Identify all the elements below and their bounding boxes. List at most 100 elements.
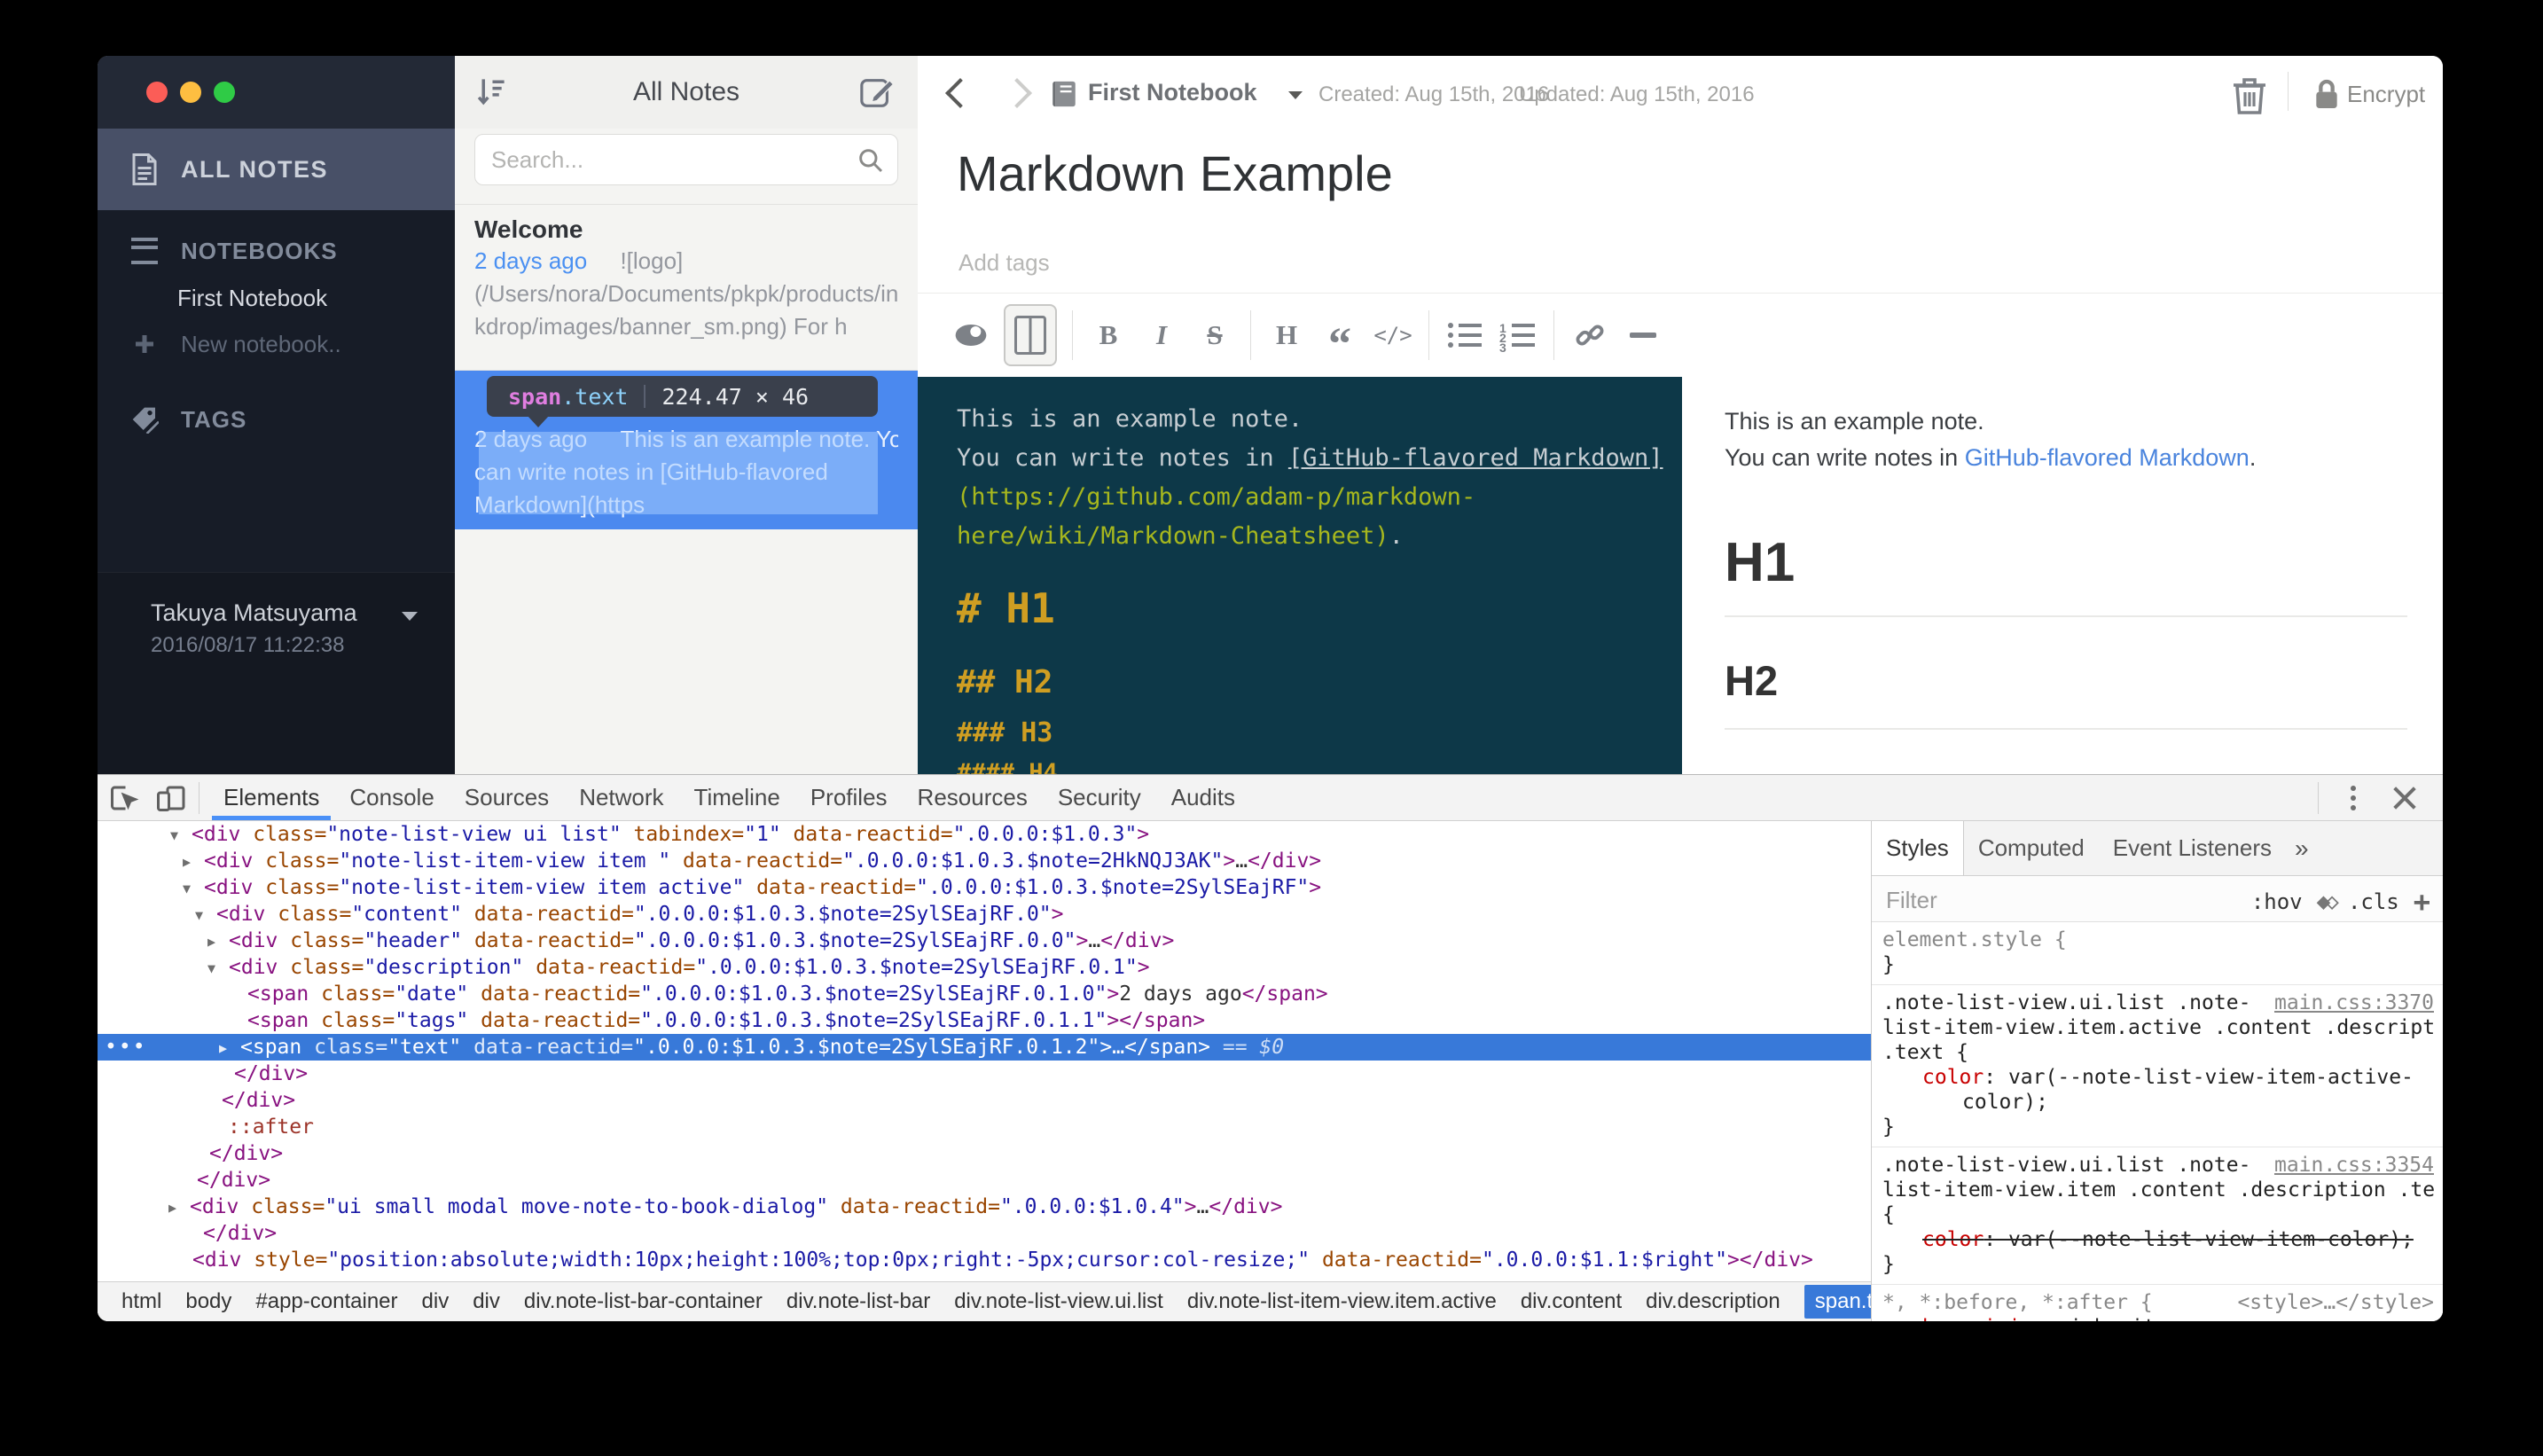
expand-arrow-icon[interactable]: ▼ (195, 902, 216, 928)
markdown-source-pane[interactable]: This is an example note.You can write no… (918, 377, 1682, 774)
forward-icon[interactable] (1002, 78, 1032, 108)
dom-tree-row[interactable]: </div> (98, 1087, 1871, 1114)
zoom-traffic-light[interactable] (214, 82, 235, 103)
sidebar-item-first-notebook[interactable]: First Notebook (98, 276, 455, 320)
dom-tree-row[interactable]: <span class="tags" data-reactid=".0.0.0:… (98, 1007, 1871, 1034)
devtools-tab-resources[interactable]: Resources (903, 775, 1043, 820)
dom-breadcrumb[interactable]: div.note-list-bar (786, 1289, 930, 1314)
css-rule[interactable]: <style>…</style>*, *:before, *:after {bo… (1872, 1285, 2443, 1321)
blockquote-button[interactable]: “ (1319, 317, 1360, 354)
css-rule[interactable]: main.css:3370.note-list-view.ui.list .no… (1872, 985, 2443, 1147)
numbered-list-button[interactable]: 123 (1498, 322, 1538, 348)
dom-breadcrumb[interactable]: div.note-list-view.ui.list (954, 1289, 1163, 1314)
styles-tab-computed[interactable]: Computed (1964, 821, 2099, 875)
devtools-tab-audits[interactable]: Audits (1156, 775, 1250, 820)
sidebar-item-all-notes[interactable]: ALL NOTES (98, 129, 455, 210)
filter-input[interactable]: Filter (1886, 887, 1937, 914)
dom-breadcrumb[interactable]: html (121, 1289, 161, 1314)
dom-tree-row[interactable]: ▼<div class="note-list-view ui list" tab… (98, 821, 1871, 848)
dom-breadcrumb[interactable]: div (422, 1289, 450, 1314)
code-button[interactable]: </> (1373, 323, 1413, 348)
trash-icon[interactable] (2230, 74, 2269, 116)
new-style-rule-icon[interactable]: + (2414, 885, 2430, 919)
devtools-tab-console[interactable]: Console (334, 775, 449, 820)
link-button[interactable] (1569, 318, 1610, 352)
expand-arrow-icon[interactable]: ▼ (207, 955, 229, 982)
dom-tree-row[interactable]: ::after (98, 1114, 1871, 1140)
dom-breadcrumb-active[interactable]: span.text (1804, 1285, 1871, 1319)
dom-tree-row[interactable]: •••▶<span class="text" data-reactid=".0.… (98, 1034, 1871, 1061)
dom-tree-row[interactable]: ▶<div class="ui small modal move-note-to… (98, 1194, 1871, 1220)
back-icon[interactable] (945, 78, 975, 108)
sidebar-section-tags[interactable]: TAGS (98, 397, 455, 442)
dom-breadcrumb[interactable]: div.note-list-bar-container (524, 1289, 763, 1314)
dom-breadcrumb[interactable]: div.description (1646, 1289, 1780, 1314)
dom-tree-row[interactable]: ▶<div class="note-list-item-view item " … (98, 848, 1871, 874)
devtools-tab-network[interactable]: Network (564, 775, 678, 820)
expand-arrow-icon[interactable]: ▶ (207, 928, 229, 955)
more-menu-icon[interactable] (2351, 786, 2356, 810)
devtools-tab-elements[interactable]: Elements (208, 775, 334, 820)
devtools-tab-timeline[interactable]: Timeline (679, 775, 795, 820)
note-title-input[interactable]: Markdown Example (957, 145, 1393, 202)
expand-arrow-icon[interactable]: ▼ (183, 875, 204, 902)
dom-tree-row[interactable]: <div style="position:absolute;width:10px… (98, 1247, 1871, 1273)
stylesheet-link[interactable]: main.css:3354 (2274, 1153, 2434, 1178)
styles-tab-styles[interactable]: Styles (1872, 821, 1964, 875)
css-rule[interactable]: main.css:3354.note-list-view.ui.list .no… (1872, 1147, 2443, 1285)
dom-tree-row[interactable]: ▶<div class="header" data-reactid=".0.0.… (98, 928, 1871, 954)
minimize-traffic-light[interactable] (180, 82, 201, 103)
expand-arrow-icon[interactable]: ▶ (183, 849, 204, 875)
css-rule[interactable]: element.style {} (1872, 922, 2443, 985)
elements-tree[interactable]: ▼<div class="note-list-view ui list" tab… (98, 821, 1871, 1282)
expand-arrow-icon[interactable]: ▶ (219, 1035, 240, 1061)
chevron-down-icon[interactable] (402, 612, 418, 621)
classes-toggle[interactable]: .cls (2348, 889, 2399, 914)
inspect-element-icon[interactable] (105, 780, 144, 816)
stylesheet-link[interactable]: main.css:3370 (2274, 990, 2434, 1015)
breadcrumb-notebook[interactable]: First Notebook (1088, 79, 1257, 106)
styles-rules[interactable]: element.style {}main.css:3370.note-list-… (1872, 922, 2443, 1321)
strikethrough-button[interactable]: S (1194, 319, 1235, 351)
devtools-tab-security[interactable]: Security (1043, 775, 1156, 820)
close-devtools-icon[interactable] (2391, 785, 2418, 811)
dom-tree-row[interactable]: ▼<div class="note-list-item-view item ac… (98, 874, 1871, 901)
dom-breadcrumb[interactable]: div (473, 1289, 500, 1314)
new-notebook-button[interactable]: New notebook.. (98, 322, 455, 366)
device-toolbar-icon[interactable] (151, 780, 190, 816)
dom-tree-row[interactable]: </div> (98, 1167, 1871, 1194)
devtools-tab-sources[interactable]: Sources (450, 775, 564, 820)
close-traffic-light[interactable] (146, 82, 168, 103)
dom-tree-row[interactable]: ▼<div class="content" data-reactid=".0.0… (98, 901, 1871, 928)
dom-breadcrumb[interactable]: div.note-list-item-view.item.active (1187, 1289, 1497, 1314)
dom-tree-row[interactable]: </div> (98, 1061, 1871, 1087)
hover-state-toggle[interactable]: :hov (2251, 889, 2303, 914)
dom-breadcrumb[interactable]: div.content (1521, 1289, 1622, 1314)
dom-tree-row[interactable]: <span class="date" data-reactid=".0.0.0:… (98, 981, 1871, 1007)
dom-breadcrumb[interactable]: body (185, 1289, 231, 1314)
styles-tab-event-listeners[interactable]: Event Listeners (2099, 821, 2286, 875)
search-input[interactable]: Search... (474, 134, 898, 185)
devtools-tab-profiles[interactable]: Profiles (795, 775, 903, 820)
heading-button[interactable]: H (1266, 319, 1307, 351)
tags-input[interactable]: Add tags (959, 249, 1050, 277)
compose-note-icon[interactable] (859, 75, 895, 111)
note-list-item-welcome[interactable]: Welcome 2 days ago ![logo] (/Users/nora/… (455, 205, 918, 371)
sort-icon[interactable] (474, 75, 508, 109)
preview-link[interactable]: GitHub-flavored Markdown (1965, 444, 2250, 471)
italic-button[interactable]: I (1141, 319, 1182, 351)
more-tabs-icon[interactable]: » (2286, 821, 2318, 875)
account-menu[interactable]: Takuya Matsuyama (151, 599, 357, 627)
preview-eye-icon[interactable] (951, 322, 991, 348)
split-view-button[interactable] (1004, 304, 1057, 366)
sidebar-section-notebooks[interactable]: NOTEBOOKS (98, 229, 455, 273)
dom-tree-row[interactable]: ▼<div class="description" data-reactid="… (98, 954, 1871, 981)
chevron-down-icon[interactable] (1288, 91, 1303, 99)
bold-button[interactable]: B (1088, 319, 1129, 351)
horizontal-rule-button[interactable] (1623, 333, 1663, 338)
expand-arrow-icon[interactable]: ▶ (168, 1194, 190, 1221)
macos-titlebar[interactable] (98, 56, 455, 129)
encrypt-button[interactable]: Encrypt (2347, 81, 2425, 108)
dom-tree-row[interactable]: </div> (98, 1220, 1871, 1247)
dom-tree-row[interactable]: </div> (98, 1140, 1871, 1167)
